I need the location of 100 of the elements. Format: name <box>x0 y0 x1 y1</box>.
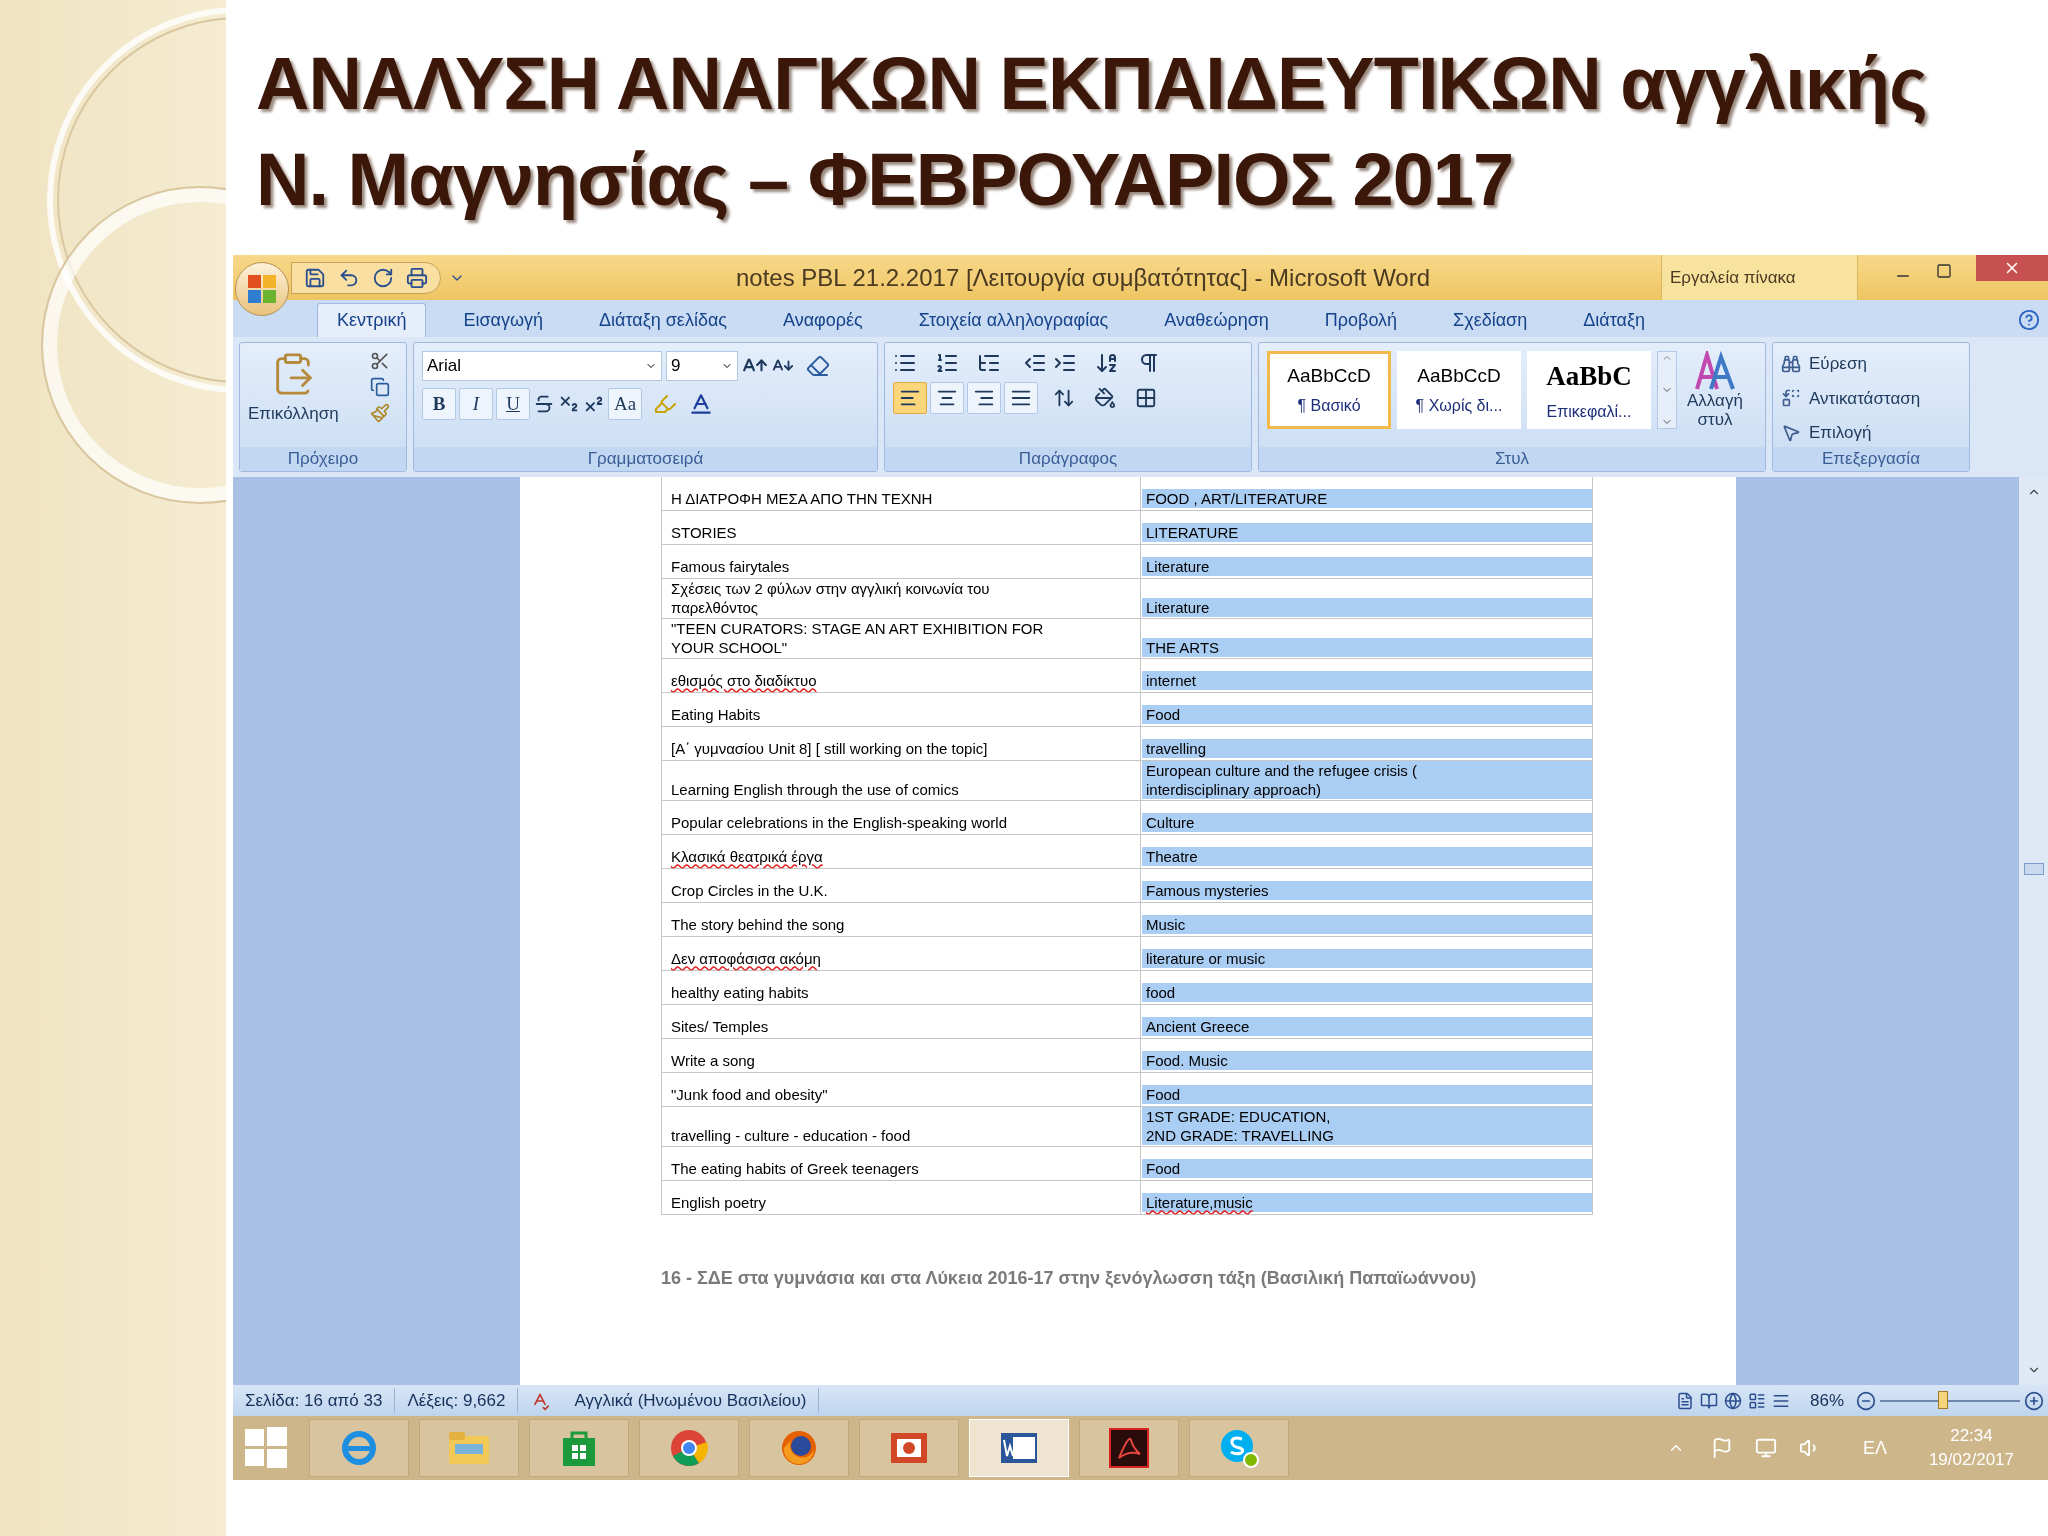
format-button[interactable]: I <box>459 388 493 420</box>
group-label: Γραμματοσειρά <box>587 448 704 471</box>
start-icon[interactable] <box>243 1425 289 1471</box>
font-size-field[interactable]: 9 <box>666 351 738 381</box>
redo-icon[interactable] <box>372 266 394 289</box>
format-button[interactable]: B <box>422 388 456 420</box>
shading-icon[interactable] <box>1094 387 1116 409</box>
reading-view-icon[interactable] <box>1699 1391 1718 1410</box>
clear-format-icon[interactable] <box>806 354 830 378</box>
taskbar-app[interactable] <box>1079 1419 1179 1477</box>
format-button[interactable]: U <box>496 388 530 420</box>
editing-button[interactable]: Εύρεση <box>1781 351 1921 377</box>
web-layout-icon[interactable] <box>1723 1391 1742 1410</box>
font-family-field[interactable]: Arial <box>422 351 662 381</box>
browser-icon <box>779 1428 819 1468</box>
save-icon[interactable] <box>304 266 326 289</box>
group-label: Πρόχειρο <box>287 448 359 471</box>
browser-icon <box>339 1428 379 1468</box>
scroll-thumb[interactable] <box>2023 863 2044 875</box>
word-count: Λέξεις: 9,662 <box>395 1387 519 1414</box>
editing-button[interactable]: Αντικατάσταση <box>1781 385 1921 411</box>
sort-icon[interactable] <box>1095 351 1119 375</box>
font-color-icon[interactable] <box>688 391 714 417</box>
change-case-button[interactable]: Aa <box>608 388 642 420</box>
copy-icon[interactable] <box>370 377 390 397</box>
page-count: Σελίδα: 16 από 33 <box>233 1387 396 1414</box>
document-icon <box>999 1430 1039 1466</box>
binoculars-icon <box>1781 353 1801 374</box>
align-button[interactable] <box>930 382 964 414</box>
line-spacing-icon[interactable] <box>1053 387 1075 409</box>
style-preset[interactable]: AaBbC Επικεφαλί... <box>1527 351 1651 429</box>
align-button[interactable] <box>967 382 1001 414</box>
zoom-out-icon[interactable] <box>1856 1390 1876 1411</box>
table-cell-text: English poetry <box>670 1193 768 1212</box>
style-preset[interactable]: AaBbCcD ¶ Βασικό <box>1267 351 1391 429</box>
table-cell-text: travelling - culture - education - food <box>670 1126 912 1145</box>
ribbon-tab[interactable]: Στοιχεία αλληλογραφίας <box>899 303 1128 337</box>
align-button[interactable] <box>1004 382 1038 414</box>
zoom-slider-thumb[interactable] <box>1938 1390 1948 1409</box>
editing-button[interactable]: Επιλογή <box>1781 420 1921 446</box>
letters-icon <box>1692 351 1737 391</box>
ribbon-tab[interactable]: Αναφορές <box>764 303 882 337</box>
paste-button[interactable]: Επικόλληση <box>248 401 339 427</box>
help-icon[interactable] <box>2018 309 2040 331</box>
zoom-in-icon[interactable] <box>2024 1390 2044 1411</box>
table-cell: Music <box>1142 915 1592 934</box>
table-cell: Culture <box>1142 813 1592 832</box>
table-cell: Food. Music <box>1142 1051 1592 1070</box>
folder-icon <box>447 1430 491 1466</box>
table-cell-text: healthy eating habits <box>670 983 810 1002</box>
table-cell: 1ST GRADE: EDUCATION, 2ND GRADE: TRAVELLING <box>1142 1107 1592 1145</box>
table-cell: FOOD , ART/LITERATURE <box>1142 489 1592 508</box>
ribbon-tab[interactable]: Αναθεώρηση <box>1145 303 1288 337</box>
ribbon-tab[interactable]: Σχεδίαση <box>1434 303 1547 337</box>
table-cell-text: STORIES <box>670 523 738 542</box>
ribbon-tab[interactable]: Προβολή <box>1305 303 1417 337</box>
outline-icon[interactable] <box>1747 1391 1766 1410</box>
strikethrough-icon[interactable] <box>533 393 555 415</box>
office-button[interactable] <box>235 261 289 316</box>
office-logo-icon <box>246 272 278 305</box>
browser-icon <box>669 1428 709 1468</box>
table-cell-text: Δεν αποφάσισα ακόμη <box>670 949 822 968</box>
cut-icon[interactable] <box>370 351 390 371</box>
slide-title: Ν. Μαγνησίας – ΦΕΒΡΟΥΑΡΙΟΣ 2017 <box>256 136 1515 223</box>
table-cell-text: Κλασικά θεατρικά έργα <box>670 847 824 866</box>
table-cell: travelling <box>1142 739 1592 758</box>
table-cell-text: Σχέσεις των 2 φύλων στην αγγλική κοινωνία του παρελθόντος <box>670 579 991 617</box>
borders-icon[interactable] <box>1135 387 1157 409</box>
style-preset[interactable]: AaBbCcD ¶ Χωρίς δι... <box>1397 351 1521 429</box>
language-status: Αγγλικά (Ηνωμένου Βασιλείου) <box>562 1387 820 1414</box>
table-cell-text: The story behind the song <box>670 915 846 934</box>
taskbar-app[interactable] <box>749 1419 849 1477</box>
table-cell-text: Popular celebrations in the English-speaking world <box>670 813 1009 832</box>
numbered-list-icon[interactable] <box>935 351 959 375</box>
table-cell-text: Eating Habits <box>670 705 762 724</box>
page-footer: 16 - ΣΔΕ στα γυμνάσια και στα Λύκεια 2016-17 στην ξενόγλωσση τάξη (Βασιλική Παπαϊωάννου) <box>661 1265 1477 1292</box>
restore-icon[interactable] <box>1936 263 1952 279</box>
replace-icon <box>1781 388 1801 409</box>
group-label: Παράγραφος <box>1018 448 1118 471</box>
change-styles-button[interactable]: Αλλαγή στυλ <box>1687 351 1743 447</box>
table-cell-text: [Α΄ γυμνασίου Unit 8] [ still working on the topic] <box>670 739 989 758</box>
printer-icon[interactable] <box>406 266 428 289</box>
table-cell: THE ARTS <box>1142 638 1592 657</box>
vertical-scrollbar[interactable] <box>2018 477 2048 1385</box>
print-layout-icon[interactable] <box>1675 1391 1694 1410</box>
table-cell: LITERATURE <box>1142 523 1592 542</box>
table-cell: Literature,music <box>1142 1193 1592 1212</box>
format-painter-icon[interactable] <box>370 403 390 423</box>
table-cell: Famous mysteries <box>1142 881 1592 900</box>
presentation-icon <box>889 1430 929 1466</box>
ribbon-tab[interactable]: Εισαγωγή <box>444 303 562 337</box>
group-label: Στυλ <box>1494 448 1530 471</box>
ribbon-tab[interactable]: Διάταξη <box>1564 303 1664 337</box>
ribbon-tab[interactable]: Διάταξη σελίδας <box>580 303 746 337</box>
ribbon-tab[interactable]: Κεντρική <box>317 303 427 337</box>
align-button[interactable] <box>893 382 927 414</box>
context-tab-label: Εργαλεία πίνακα <box>1670 266 1796 289</box>
table-cell-text: Crop Circles in the U.K. <box>670 881 829 900</box>
table-cell-text: Learning English through the use of comics <box>670 780 960 799</box>
table-cell-text: The eating habits of Greek teenagers <box>670 1159 920 1178</box>
